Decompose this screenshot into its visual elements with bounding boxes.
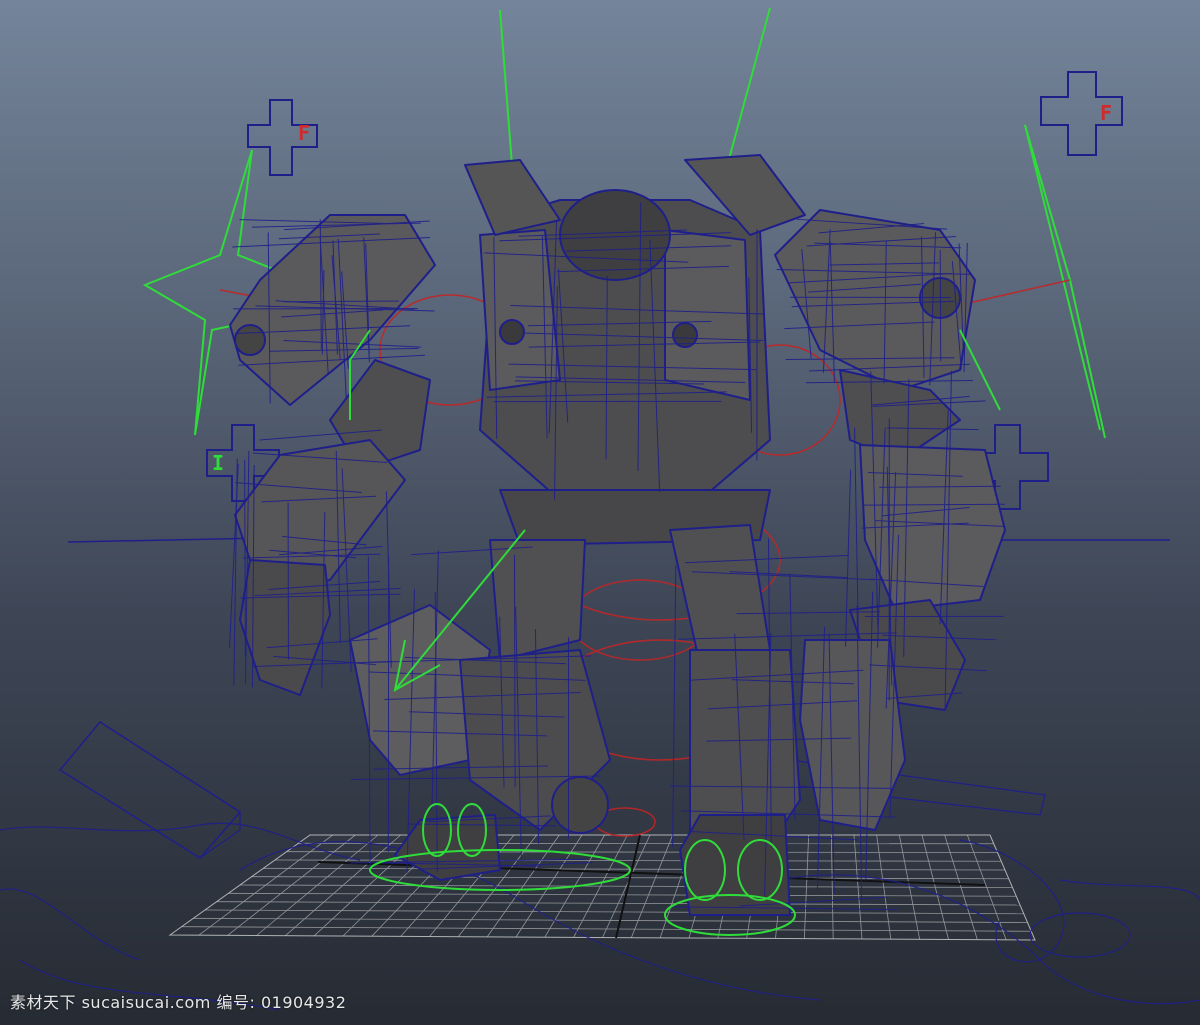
watermark: 素材天下 sucaisucai.com 编号: 01904932 [10,993,347,1012]
ground-curves [0,822,1200,1011]
wire-edge [854,427,859,639]
grid-line-h [193,917,1028,923]
wire-edge [233,458,238,686]
grid-line-h [228,892,1017,897]
grid-line-h [286,851,998,853]
scene-canvas[interactable]: F F I [0,0,1200,1025]
grid-line-h [181,926,1032,932]
wire-edge [672,565,677,848]
horizon-line-left [67,537,271,543]
shoulder-piston-left[interactable] [464,159,561,236]
wire-edge [939,250,942,362]
cross-letter-f-left: F [298,121,310,145]
3d-viewport[interactable]: F F I [0,0,1200,1025]
robot-chest-right[interactable] [664,229,751,401]
ground-grid-lines [181,834,1032,940]
grid-line-h [216,901,1021,906]
grid-line-h [204,909,1024,915]
cross-letter-f-right: F [1100,101,1112,125]
thigh-right[interactable] [669,524,771,666]
wire-edge [513,554,516,788]
cross-controller-top-right[interactable]: F [1040,71,1123,156]
wire-edge [845,469,852,647]
floor-plank [58,721,242,859]
wire-edge [244,459,246,658]
floor-plank-edge [99,721,241,859]
thigh-left[interactable] [489,539,586,661]
robot-chest-left[interactable] [479,229,561,391]
cross-controller-top-left[interactable]: F [247,99,318,176]
cross-letter-i: I [212,451,224,475]
